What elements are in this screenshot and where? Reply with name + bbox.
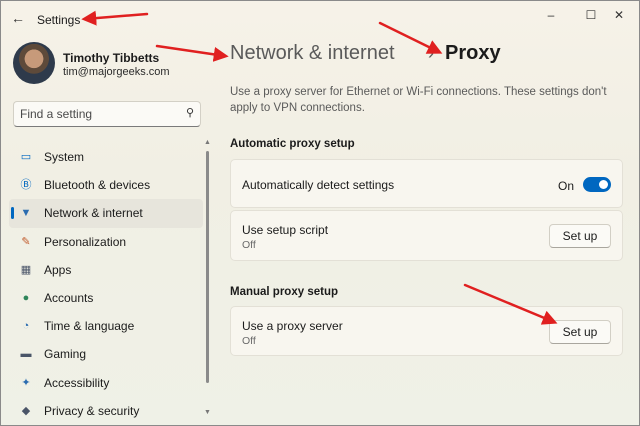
sidebar-item-label: Apps	[44, 262, 72, 277]
sidebar-scrollbar[interactable]: ▲ ▼	[204, 139, 212, 421]
scroll-up-icon[interactable]: ▲	[204, 139, 211, 146]
search-input[interactable]	[20, 106, 170, 122]
app-title: Settings	[37, 13, 81, 27]
system-icon: ▭	[20, 151, 32, 163]
sidebar-item-accessibility[interactable]: ✦ Accessibility	[9, 369, 203, 397]
scroll-down-icon[interactable]: ▼	[204, 409, 211, 416]
chevron-right-icon: ›	[428, 43, 434, 63]
title-bar: ← Settings – ☐ ✕	[1, 1, 639, 35]
globe-clock-icon: ◔	[22, 320, 30, 333]
setup-script-label: Use setup script	[242, 223, 329, 237]
sidebar-item-personalization[interactable]: ✎ Personalization	[9, 228, 203, 256]
sidebar-item-network-internet[interactable]: ▼ Network & internet	[9, 199, 203, 228]
sidebar-item-label: Accessibility	[44, 375, 110, 390]
user-email: tim@majorgeeks.com	[63, 66, 170, 78]
active-indicator	[11, 207, 14, 220]
detect-settings-card: Automatically detect settings On	[230, 159, 623, 208]
breadcrumb-parent[interactable]: Network & internet	[230, 42, 395, 65]
accessibility-icon: ✦	[21, 376, 31, 389]
minimize-icon[interactable]: –	[531, 5, 571, 25]
setup-script-card: Use setup script Off Set up	[230, 210, 623, 261]
accounts-icon: ●	[22, 291, 30, 304]
sidebar-item-label: Bluetooth & devices	[44, 178, 151, 193]
shield-icon: ◆	[21, 404, 31, 417]
proxy-setup-button[interactable]: Set up	[549, 320, 611, 344]
brush-icon: ✎	[21, 235, 31, 248]
sidebar-item-label: Personalization	[44, 234, 127, 249]
section-title-automatic: Automatic proxy setup	[230, 138, 355, 150]
sidebar-item-privacy-security[interactable]: ◆ Privacy & security	[9, 397, 203, 425]
proxy-server-status: Off	[242, 335, 256, 347]
sidebar-nav: ▭ System Ⓑ Bluetooth & devices ▼ Network & in…	[9, 143, 203, 425]
user-name: Timothy Tibbetts	[63, 51, 160, 65]
sidebar-item-system[interactable]: ▭ System	[9, 143, 203, 171]
sidebar-item-label: System	[44, 150, 85, 164]
toggle-knob	[599, 180, 608, 189]
sidebar-item-gaming[interactable]: ▬ Gaming	[9, 340, 203, 368]
gamepad-icon: ▬	[20, 348, 32, 361]
sidebar-item-label: Time & language	[44, 319, 135, 334]
detect-settings-toggle[interactable]	[583, 177, 611, 192]
settings-window: ← Settings – ☐ ✕ Timothy Tibbetts tim@ma…	[0, 0, 640, 426]
sidebar-item-label: Accounts	[44, 290, 94, 305]
sidebar-item-label: Network & internet	[44, 206, 143, 221]
detect-settings-label: Automatically detect settings	[242, 178, 395, 192]
toggle-state-label: On	[558, 179, 575, 193]
search-icon[interactable]: ⚲	[186, 106, 194, 119]
page-title: Proxy	[445, 42, 501, 64]
close-icon[interactable]: ✕	[599, 5, 639, 25]
sidebar-item-apps[interactable]: ▦ Apps	[9, 256, 203, 284]
annotation-arrow	[155, 44, 229, 62]
back-arrow-icon[interactable]: ←	[7, 7, 29, 29]
wifi-icon: ▼	[20, 207, 32, 220]
sidebar-item-bluetooth-devices[interactable]: Ⓑ Bluetooth & devices	[9, 171, 203, 199]
setup-script-status: Off	[242, 239, 256, 251]
search-box: ⚲	[13, 101, 201, 127]
bluetooth-icon: Ⓑ	[20, 179, 32, 192]
scroll-thumb[interactable]	[206, 151, 209, 383]
apps-icon: ▦	[20, 263, 32, 276]
setup-script-button[interactable]: Set up	[549, 224, 611, 248]
section-title-manual: Manual proxy setup	[230, 286, 338, 298]
sidebar-item-label: Privacy & security	[44, 403, 140, 418]
page-description: Use a proxy server for Ethernet or Wi-Fi…	[230, 86, 607, 114]
sidebar-item-label: Gaming	[44, 347, 87, 362]
sidebar-item-time-language[interactable]: ◔ Time & language	[9, 312, 203, 340]
avatar[interactable]	[13, 42, 55, 84]
proxy-server-label: Use a proxy server	[242, 319, 343, 333]
sidebar-item-accounts[interactable]: ● Accounts	[9, 284, 203, 312]
proxy-server-card: Use a proxy server Off Set up	[230, 306, 623, 356]
